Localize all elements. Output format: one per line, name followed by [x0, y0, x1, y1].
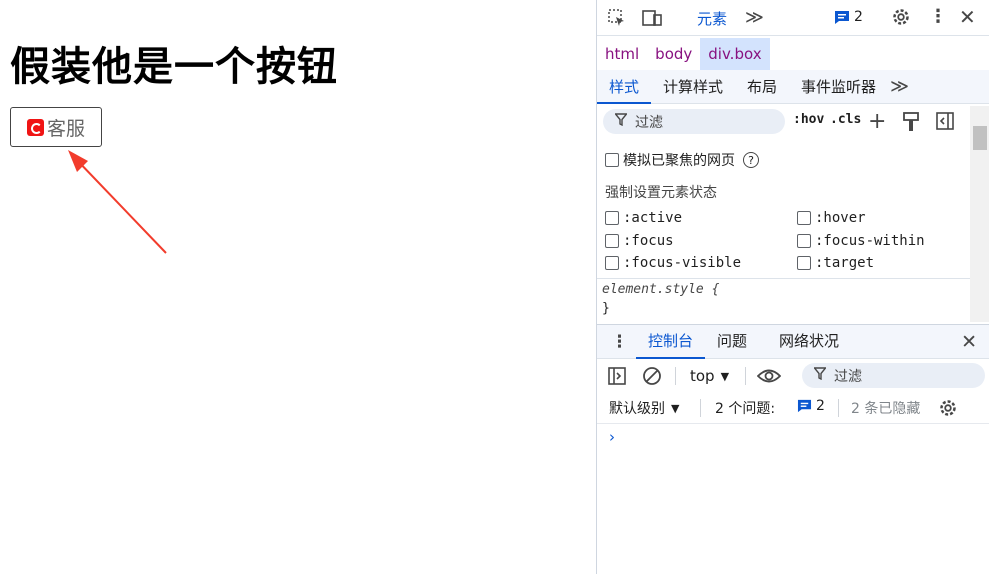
close-drawer-icon[interactable]: ✕ — [961, 331, 977, 353]
more-subtabs-icon[interactable]: ≫ — [888, 76, 909, 97]
live-expression-eye-icon[interactable] — [757, 367, 781, 385]
console-levels-bar: 默认级别 ▼ 2 个问题: 2 2 条已隐藏 — [597, 392, 989, 424]
issues-badge-count: 2 — [854, 9, 863, 25]
context-value: top — [690, 367, 715, 385]
console-prompt-chevron-icon[interactable]: › — [609, 428, 615, 446]
state-active-label: :active — [623, 210, 683, 226]
issues-link[interactable]: 2 — [797, 398, 825, 414]
emulate-focus-row[interactable]: 模拟已聚焦的网页 ? — [605, 150, 759, 170]
styles-divider — [597, 278, 970, 279]
kebab-menu-icon[interactable]: ⋮ — [929, 6, 947, 27]
console-settings-gear-icon[interactable] — [938, 398, 958, 418]
hov-toggle[interactable]: :hov — [793, 112, 824, 127]
cls-toggle[interactable]: .cls — [830, 112, 861, 127]
customer-service-button[interactable]: 客服 — [10, 107, 102, 147]
state-focus[interactable]: :focus — [605, 233, 674, 249]
help-icon[interactable]: ? — [743, 152, 759, 168]
tab-console[interactable]: 控制台 — [636, 324, 706, 359]
styles-subtabs: 样式 计算样式 布局 事件监听器 ≫ — [597, 70, 989, 104]
console-sidebar-icon[interactable] — [608, 367, 626, 385]
page-heading: 假装他是一个按钮 — [10, 44, 338, 90]
breadcrumb-body[interactable]: body — [647, 38, 700, 70]
drawer-menu-icon[interactable]: ⋮ — [597, 332, 636, 352]
more-tabs-icon[interactable]: ≫ — [745, 7, 764, 28]
paint-roller-icon[interactable] — [903, 112, 919, 132]
console-filter-placeholder: 过滤 — [834, 368, 862, 385]
context-selector[interactable]: top ▼ — [690, 367, 729, 385]
toggle-sidebar-icon[interactable] — [936, 112, 954, 130]
state-focus-within-label: :focus-within — [815, 233, 925, 249]
emulate-focus-label: 模拟已聚焦的网页 — [623, 153, 735, 169]
state-target-label: :target — [815, 255, 875, 271]
filter-icon — [614, 113, 628, 130]
log-level-selector[interactable]: 默认级别 ▼ — [609, 398, 679, 418]
state-focus-within[interactable]: :focus-within — [797, 233, 925, 249]
state-hover-checkbox[interactable] — [797, 211, 811, 225]
issues-message-icon — [797, 399, 812, 413]
tab-styles[interactable]: 样式 — [597, 70, 652, 104]
state-target-checkbox[interactable] — [797, 256, 811, 270]
toolbar-separator — [745, 367, 746, 385]
tab-event-listeners[interactable]: 事件监听器 — [789, 70, 888, 104]
clear-console-icon[interactable] — [642, 366, 662, 386]
state-focus-checkbox[interactable] — [605, 234, 619, 248]
issues-badge[interactable]: 2 — [834, 9, 863, 25]
toolbar-separator — [838, 399, 839, 417]
drawer-tabs: ⋮ 控制台 问题 网络状况 ✕ — [597, 324, 989, 359]
message-icon — [835, 10, 849, 24]
force-state-title: 强制设置元素状态 — [605, 185, 717, 201]
tab-layout[interactable]: 布局 — [735, 70, 789, 104]
tab-issues[interactable]: 问题 — [705, 324, 759, 359]
issues-label: 2 个问题: — [715, 401, 776, 417]
breadcrumb-div-box[interactable]: div.box — [700, 38, 770, 70]
element-style-close: } — [602, 301, 610, 316]
issues-link-count: 2 — [816, 398, 825, 414]
state-hover[interactable]: :hover — [797, 210, 866, 226]
console-filter-icon — [813, 367, 827, 384]
state-hover-label: :hover — [815, 210, 866, 226]
emulate-focus-checkbox[interactable] — [605, 153, 619, 167]
styles-filter-input[interactable]: 过滤 — [603, 109, 785, 134]
state-focus-visible-checkbox[interactable] — [605, 256, 619, 270]
state-focus-label: :focus — [623, 233, 674, 249]
tab-network-conditions[interactable]: 网络状况 — [767, 324, 851, 359]
scrollbar-thumb[interactable] — [973, 126, 987, 150]
toolbar-separator — [700, 399, 701, 417]
devtools-panel: 元素 ≫ 2 ⋮ ✕ html body div.box 样式 计算样式 布局 … — [596, 0, 989, 574]
settings-gear-icon[interactable] — [891, 7, 911, 27]
devtools-toolbar: 元素 ≫ 2 ⋮ ✕ — [597, 0, 989, 36]
tab-elements[interactable]: 元素 — [697, 8, 727, 29]
service-logo-icon — [26, 118, 44, 136]
device-toolbar-icon[interactable] — [641, 8, 663, 28]
web-page: 假装他是一个按钮 客服 — [0, 0, 596, 574]
customer-service-label: 客服 — [46, 117, 85, 140]
toolbar-separator — [675, 367, 676, 385]
console-filter-input[interactable]: 过滤 — [802, 363, 985, 388]
state-focus-visible[interactable]: :focus-visible — [605, 255, 741, 271]
element-style-open[interactable]: element.style { — [602, 282, 719, 297]
breadcrumb-html[interactable]: html — [597, 38, 647, 70]
state-focus-within-checkbox[interactable] — [797, 234, 811, 248]
hidden-messages-label: 2 条已隐藏 — [851, 401, 921, 417]
tab-computed[interactable]: 计算样式 — [651, 70, 735, 104]
new-style-rule-icon[interactable]: + — [868, 109, 886, 134]
level-caret-icon: ▼ — [671, 401, 680, 415]
close-devtools-icon[interactable]: ✕ — [959, 5, 976, 29]
breadcrumb: html body div.box — [597, 38, 989, 70]
state-active[interactable]: :active — [605, 210, 682, 226]
dropdown-caret-icon: ▼ — [720, 369, 730, 383]
log-level-value: 默认级别 — [609, 401, 665, 417]
inspect-element-icon[interactable] — [607, 8, 627, 28]
filter-placeholder: 过滤 — [635, 114, 663, 131]
state-active-checkbox[interactable] — [605, 211, 619, 225]
state-focus-visible-label: :focus-visible — [623, 255, 742, 271]
red-arrow-annotation — [68, 150, 167, 254]
styles-scrollbar[interactable] — [970, 106, 989, 322]
state-target[interactable]: :target — [797, 255, 874, 271]
